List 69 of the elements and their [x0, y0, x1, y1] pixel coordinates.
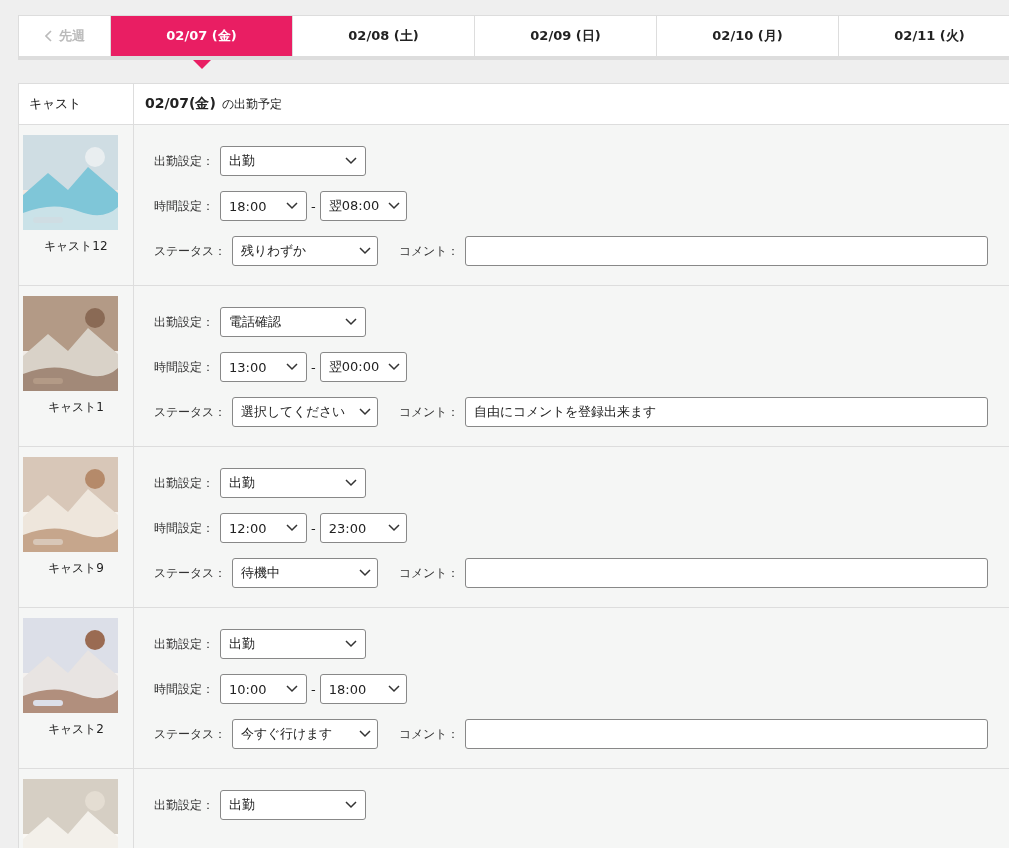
field-label: ステータス： — [154, 564, 226, 582]
attendance-select[interactable]: 出勤 — [220, 146, 366, 176]
field-label: 出勤設定： — [154, 474, 214, 492]
caret-icon — [359, 730, 371, 738]
caret-icon — [286, 363, 298, 371]
range-separator: - — [311, 681, 316, 697]
caret-icon — [387, 202, 400, 210]
caret-icon — [286, 685, 298, 693]
attendance-select[interactable]: 出勤 — [220, 468, 366, 498]
schedule-caption: の出勤予定 — [221, 95, 282, 113]
field-label: 出勤設定： — [154, 796, 214, 814]
status-select[interactable]: 選択してください — [232, 397, 378, 427]
cast-name: キャスト12 — [44, 238, 108, 255]
caret-icon — [345, 157, 357, 165]
field-label: コメント： — [399, 725, 459, 743]
cast-name: キャスト9 — [48, 560, 104, 577]
field-label: ステータス： — [154, 403, 226, 421]
caret-icon — [345, 640, 357, 648]
field-label: コメント： — [399, 403, 459, 421]
comment-field[interactable] — [465, 558, 988, 588]
tab-pointer-icon — [193, 60, 211, 69]
field-label: コメント： — [399, 564, 459, 582]
end-time-select[interactable]: 翌00:00 — [319, 352, 407, 382]
range-separator: - — [311, 520, 316, 536]
table-header: キャスト — [19, 84, 134, 124]
chevron-left-icon — [44, 30, 53, 42]
caret-icon — [286, 202, 298, 210]
caret-icon — [345, 479, 357, 487]
field-label: ステータス： — [154, 242, 226, 260]
caret-icon — [359, 569, 371, 577]
caret-icon — [359, 247, 371, 255]
field-label: ステータス： — [154, 725, 226, 743]
attendance-select[interactable]: 電話確認 — [220, 307, 366, 337]
caret-icon — [387, 524, 400, 532]
caret-icon — [286, 524, 298, 532]
range-separator: - — [311, 359, 316, 375]
field-label: 時間設定： — [154, 519, 214, 537]
field-label: 時間設定： — [154, 358, 214, 376]
cast-name: キャスト1 — [48, 399, 104, 416]
comment-field[interactable] — [465, 236, 988, 266]
field-label: 時間設定： — [154, 680, 214, 698]
comment-field[interactable]: 自由にコメントを登録出来ます — [465, 397, 988, 427]
status-select[interactable]: 今すぐ行けます — [232, 719, 378, 749]
caret-icon — [359, 408, 371, 416]
comment-field[interactable] — [465, 719, 988, 749]
schedule-date: 02/07(金) — [145, 95, 216, 113]
field-label: 出勤設定： — [154, 635, 214, 653]
status-select[interactable]: 待機中 — [232, 558, 378, 588]
start-time-select[interactable]: 13:00 — [220, 352, 307, 382]
end-time-select[interactable]: 18:00 — [319, 674, 407, 704]
attendance-select[interactable]: 出勤 — [220, 790, 366, 820]
field-label: 出勤設定： — [154, 152, 214, 170]
caret-icon — [387, 685, 400, 693]
range-separator: - — [311, 198, 316, 214]
start-time-select[interactable]: 12:00 — [220, 513, 307, 543]
field-label: 出勤設定： — [154, 313, 214, 331]
start-time-select[interactable]: 18:00 — [220, 191, 307, 221]
end-time-select[interactable]: 23:00 — [319, 513, 407, 543]
cast-name: キャスト2 — [48, 721, 104, 738]
caret-icon — [345, 318, 357, 326]
attendance-select[interactable]: 出勤 — [220, 629, 366, 659]
field-label: 時間設定： — [154, 197, 214, 215]
date-tab[interactable]: 02/07 (金) — [111, 16, 293, 56]
status-select[interactable]: 残りわずか — [232, 236, 378, 266]
field-label: コメント： — [399, 242, 459, 260]
caret-icon — [345, 801, 357, 809]
end-time-select[interactable]: 翌08:00 — [319, 191, 407, 221]
caret-icon — [387, 363, 400, 371]
start-time-select[interactable]: 10:00 — [220, 674, 307, 704]
